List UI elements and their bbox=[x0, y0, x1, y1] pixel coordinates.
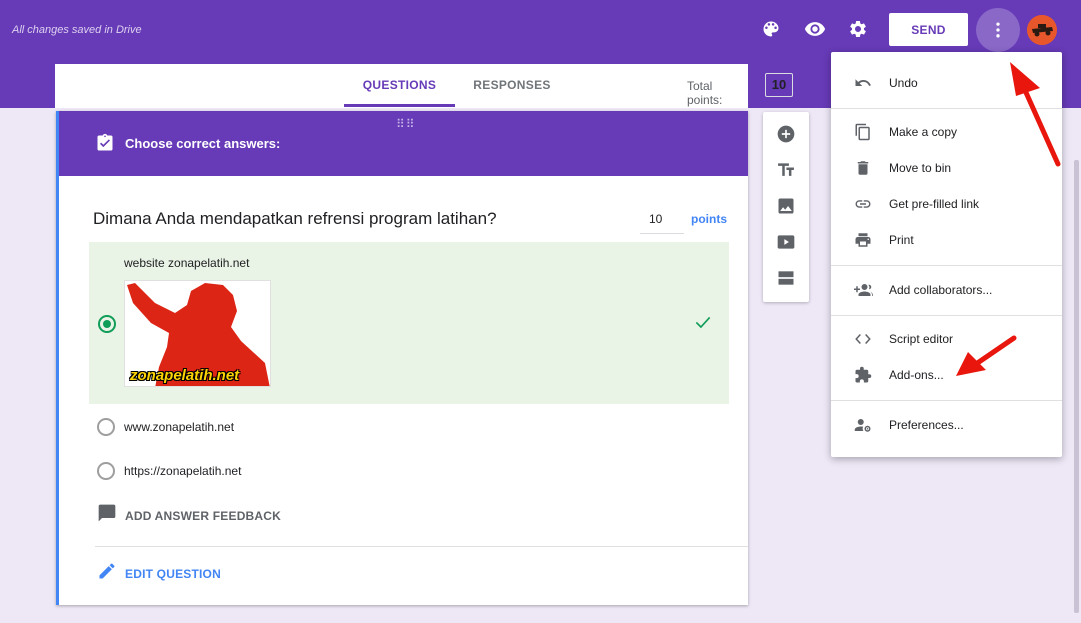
menu-item-label: Undo bbox=[889, 76, 918, 90]
option-label: www.zonapelatih.net bbox=[124, 420, 235, 434]
preferences-icon bbox=[853, 415, 873, 435]
page-scrollbar[interactable] bbox=[1074, 160, 1079, 613]
option-radio[interactable] bbox=[97, 462, 115, 480]
menu-item-print[interactable]: Print bbox=[831, 225, 1062, 255]
menu-divider bbox=[831, 400, 1062, 401]
menu-item-prefilled-link[interactable]: Get pre-filled link bbox=[831, 189, 1062, 219]
tab-responses[interactable]: RESPONSES bbox=[455, 78, 569, 92]
menu-item-label: Get pre-filled link bbox=[889, 197, 980, 211]
gear-icon[interactable] bbox=[846, 17, 870, 41]
menu-item-label: Move to bin bbox=[889, 161, 952, 175]
option-radio[interactable] bbox=[97, 418, 115, 436]
option-label: website zonapelatih.net bbox=[124, 256, 250, 270]
edit-question-label: EDIT QUESTION bbox=[125, 566, 221, 581]
code-icon bbox=[853, 329, 873, 349]
question-text: Dimana Anda mendapatkan refrensi program… bbox=[93, 209, 497, 228]
edit-question-button[interactable]: EDIT QUESTION bbox=[97, 561, 221, 586]
eye-icon[interactable] bbox=[803, 17, 827, 41]
undo-icon bbox=[853, 73, 873, 93]
side-toolbar bbox=[763, 112, 809, 302]
menu-item-add-ons[interactable]: Add-ons... bbox=[831, 360, 1062, 390]
total-points-label: Total points: bbox=[687, 79, 723, 107]
menu-item-script-editor[interactable]: Script editor bbox=[831, 324, 1062, 354]
copy-icon bbox=[853, 122, 873, 142]
menu-item-label: Add collaborators... bbox=[889, 283, 993, 297]
menu-item-label: Print bbox=[889, 233, 914, 247]
more-vert-icon bbox=[996, 22, 1000, 38]
points-input[interactable]: 10 bbox=[640, 212, 684, 234]
puzzle-icon bbox=[853, 365, 873, 385]
question-card[interactable]: ⠿⠿ Choose correct answers: Dimana Anda m… bbox=[56, 111, 748, 605]
pencil-icon bbox=[97, 561, 117, 586]
active-tab-indicator bbox=[344, 104, 455, 107]
correct-answer-option[interactable]: website zonapelatih.net zonapelatih.net bbox=[89, 242, 729, 404]
palette-icon[interactable] bbox=[759, 17, 783, 41]
tab-questions[interactable]: QUESTIONS bbox=[344, 78, 455, 92]
print-icon bbox=[853, 230, 873, 250]
assignment-check-icon bbox=[95, 133, 115, 158]
option-image-caption: zonapelatih.net bbox=[130, 367, 240, 384]
menu-item-add-collaborators[interactable]: Add collaborators... bbox=[831, 275, 1062, 305]
save-status: All changes saved in Drive bbox=[12, 24, 142, 36]
option-label: https://zonapelatih.net bbox=[124, 464, 242, 478]
add-image-icon[interactable] bbox=[774, 194, 798, 218]
divider bbox=[95, 546, 748, 547]
menu-divider bbox=[831, 315, 1062, 316]
link-icon bbox=[853, 194, 873, 214]
add-question-icon[interactable] bbox=[774, 122, 798, 146]
menu-item-label: Add-ons... bbox=[889, 368, 944, 382]
add-section-icon[interactable] bbox=[774, 266, 798, 290]
add-video-icon[interactable] bbox=[774, 230, 798, 254]
annotation-arrow-icon bbox=[956, 335, 1017, 376]
add-title-icon[interactable] bbox=[774, 158, 798, 182]
menu-divider bbox=[831, 265, 1062, 266]
option-radio-selected[interactable] bbox=[98, 315, 116, 333]
feedback-icon bbox=[97, 503, 117, 528]
menu-item-label: Make a copy bbox=[889, 125, 958, 139]
add-feedback-button[interactable]: ADD ANSWER FEEDBACK bbox=[97, 503, 281, 528]
answer-key-header: ⠿⠿ Choose correct answers: bbox=[59, 111, 748, 176]
add-feedback-label: ADD ANSWER FEEDBACK bbox=[125, 508, 282, 523]
drag-handle-icon[interactable]: ⠿⠿ bbox=[396, 117, 416, 131]
menu-item-label: Script editor bbox=[889, 332, 954, 346]
avatar[interactable] bbox=[1027, 15, 1057, 45]
total-points-value: 10 bbox=[765, 73, 793, 97]
collaborators-icon bbox=[853, 280, 873, 300]
tabs-bar: QUESTIONS RESPONSES Total points: 10 bbox=[55, 64, 793, 108]
menu-item-preferences[interactable]: Preferences... bbox=[831, 410, 1062, 440]
send-button[interactable]: SEND bbox=[889, 13, 968, 46]
answer-key-title: Choose correct answers: bbox=[125, 136, 281, 151]
trash-icon bbox=[853, 158, 873, 178]
menu-item-label: Preferences... bbox=[889, 418, 964, 432]
option-image: zonapelatih.net bbox=[124, 280, 271, 387]
annotation-arrow-icon bbox=[1010, 62, 1061, 167]
more-options-button[interactable] bbox=[976, 8, 1020, 52]
correct-check-icon bbox=[693, 312, 713, 337]
points-label: points bbox=[691, 212, 727, 226]
